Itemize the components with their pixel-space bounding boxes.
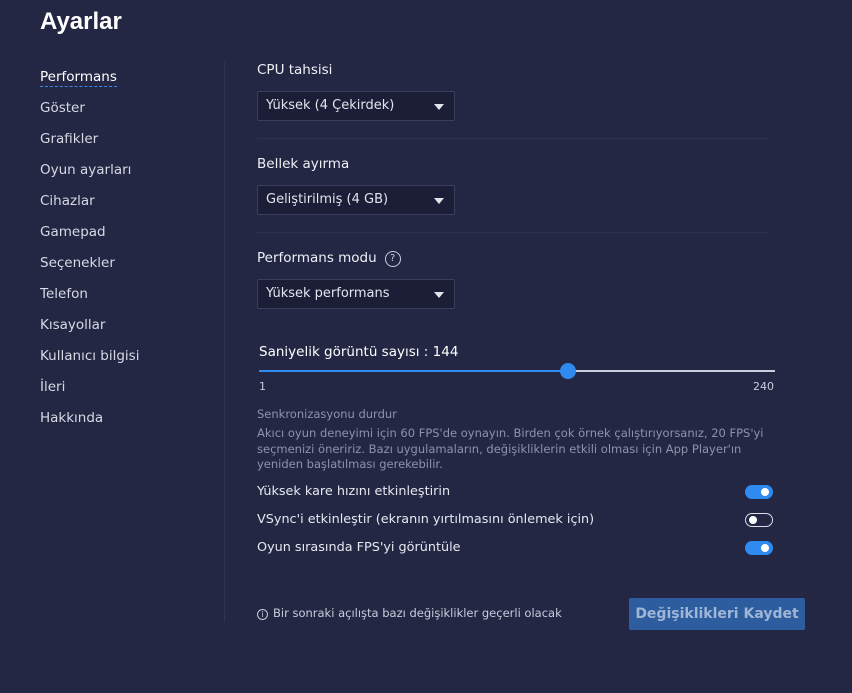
sidebar-item-performance[interactable]: Performans	[40, 66, 210, 97]
memory-allocation-value: Geliştirilmiş (4 GB)	[266, 192, 389, 207]
sidebar-item-user-info[interactable]: Kullanıcı bilgisi	[40, 345, 210, 376]
fps-label: Saniyelik görüntü sayısı : 144	[259, 344, 459, 360]
sidebar-item-label: Hakkında	[40, 410, 104, 426]
high-frame-rate-row: Yüksek kare hızını etkinleştirin	[257, 482, 775, 502]
sidebar-item-label: Kısayollar	[40, 317, 106, 333]
memory-allocation-label: Bellek ayırma	[257, 156, 350, 172]
section-divider	[257, 138, 769, 139]
sidebar-item-shortcuts[interactable]: Kısayollar	[40, 314, 210, 345]
show-fps-row: Oyun sırasında FPS'yi görüntüle	[257, 538, 775, 558]
sidebar-item-advanced[interactable]: İleri	[40, 376, 210, 407]
sidebar-item-label: Göster	[40, 100, 85, 116]
sync-description: Akıcı oyun deneyimi için 60 FPS'de oynay…	[257, 426, 764, 471]
page-title: Ayarlar	[40, 8, 122, 35]
caret-down-icon	[434, 104, 444, 110]
performance-mode-value: Yüksek performans	[266, 286, 390, 301]
toggle-knob	[761, 488, 769, 496]
show-fps-toggle[interactable]	[745, 541, 773, 555]
sidebar-item-label: İleri	[40, 379, 66, 395]
sidebar-item-phone[interactable]: Telefon	[40, 283, 210, 314]
sync-title: Senkronizasyonu durdur	[257, 407, 397, 421]
cpu-allocation-value: Yüksek (4 Çekirdek)	[266, 98, 395, 113]
sidebar-item-gamepad[interactable]: Gamepad	[40, 221, 210, 252]
vsync-label: VSync'i etkinleştir (ekranın yırtılmasın…	[257, 512, 595, 527]
sidebar-item-label: Kullanıcı bilgisi	[40, 348, 140, 364]
sidebar-item-label: Cihazlar	[40, 193, 95, 209]
cpu-allocation-label: CPU tahsisi	[257, 62, 333, 78]
fps-min-label: 1	[259, 380, 266, 393]
sidebar-item-game-settings[interactable]: Oyun ayarları	[40, 159, 210, 190]
sidebar-item-devices[interactable]: Cihazlar	[40, 190, 210, 221]
restart-note: i Bir sonraki açılışta bazı değişiklikler…	[257, 606, 562, 620]
sidebar-item-label: Seçenekler	[40, 255, 115, 271]
settings-sidebar: Performans Göster Grafikler Oyun ayarlar…	[40, 66, 210, 438]
sidebar-item-about[interactable]: Hakkında	[40, 407, 210, 438]
sidebar-item-label: Oyun ayarları	[40, 162, 132, 178]
info-icon: i	[257, 609, 268, 620]
sidebar-item-preferences[interactable]: Seçenekler	[40, 252, 210, 283]
fps-max-label: 240	[753, 380, 774, 393]
sidebar-item-label: Grafikler	[40, 131, 99, 147]
show-fps-label: Oyun sırasında FPS'yi görüntüle	[257, 540, 461, 555]
caret-down-icon	[434, 198, 444, 204]
toggle-knob	[761, 544, 769, 552]
toggle-knob	[749, 515, 757, 524]
performance-mode-select[interactable]: Yüksek performans	[257, 279, 455, 309]
sidebar-divider	[224, 62, 225, 622]
help-icon[interactable]: ?	[384, 251, 401, 267]
fps-slider-thumb[interactable]	[559, 363, 576, 379]
sidebar-item-display[interactable]: Göster	[40, 97, 210, 128]
fps-slider-fill	[259, 370, 568, 372]
performance-mode-label-text: Performans modu	[257, 250, 377, 266]
high-frame-rate-toggle[interactable]	[745, 485, 773, 499]
sidebar-item-label: Gamepad	[40, 224, 106, 240]
fps-slider[interactable]	[259, 363, 775, 379]
high-frame-rate-label: Yüksek kare hızını etkinleştirin	[257, 484, 451, 499]
caret-down-icon	[434, 292, 444, 298]
sidebar-item-label: Telefon	[40, 286, 88, 302]
vsync-row: VSync'i etkinleştir (ekranın yırtılmasın…	[257, 510, 775, 530]
vsync-toggle[interactable]	[745, 513, 773, 527]
restart-note-text: Bir sonraki açılışta bazı değişiklikler …	[273, 606, 562, 620]
memory-allocation-select[interactable]: Geliştirilmiş (4 GB)	[257, 185, 455, 215]
section-divider	[257, 232, 769, 233]
performance-mode-label: Performans modu?	[257, 250, 401, 267]
save-changes-button[interactable]: Değişiklikleri Kaydet	[629, 598, 805, 630]
sidebar-item-graphics[interactable]: Grafikler	[40, 128, 210, 159]
cpu-allocation-select[interactable]: Yüksek (4 Çekirdek)	[257, 91, 455, 121]
sidebar-item-label: Performans	[40, 69, 117, 87]
